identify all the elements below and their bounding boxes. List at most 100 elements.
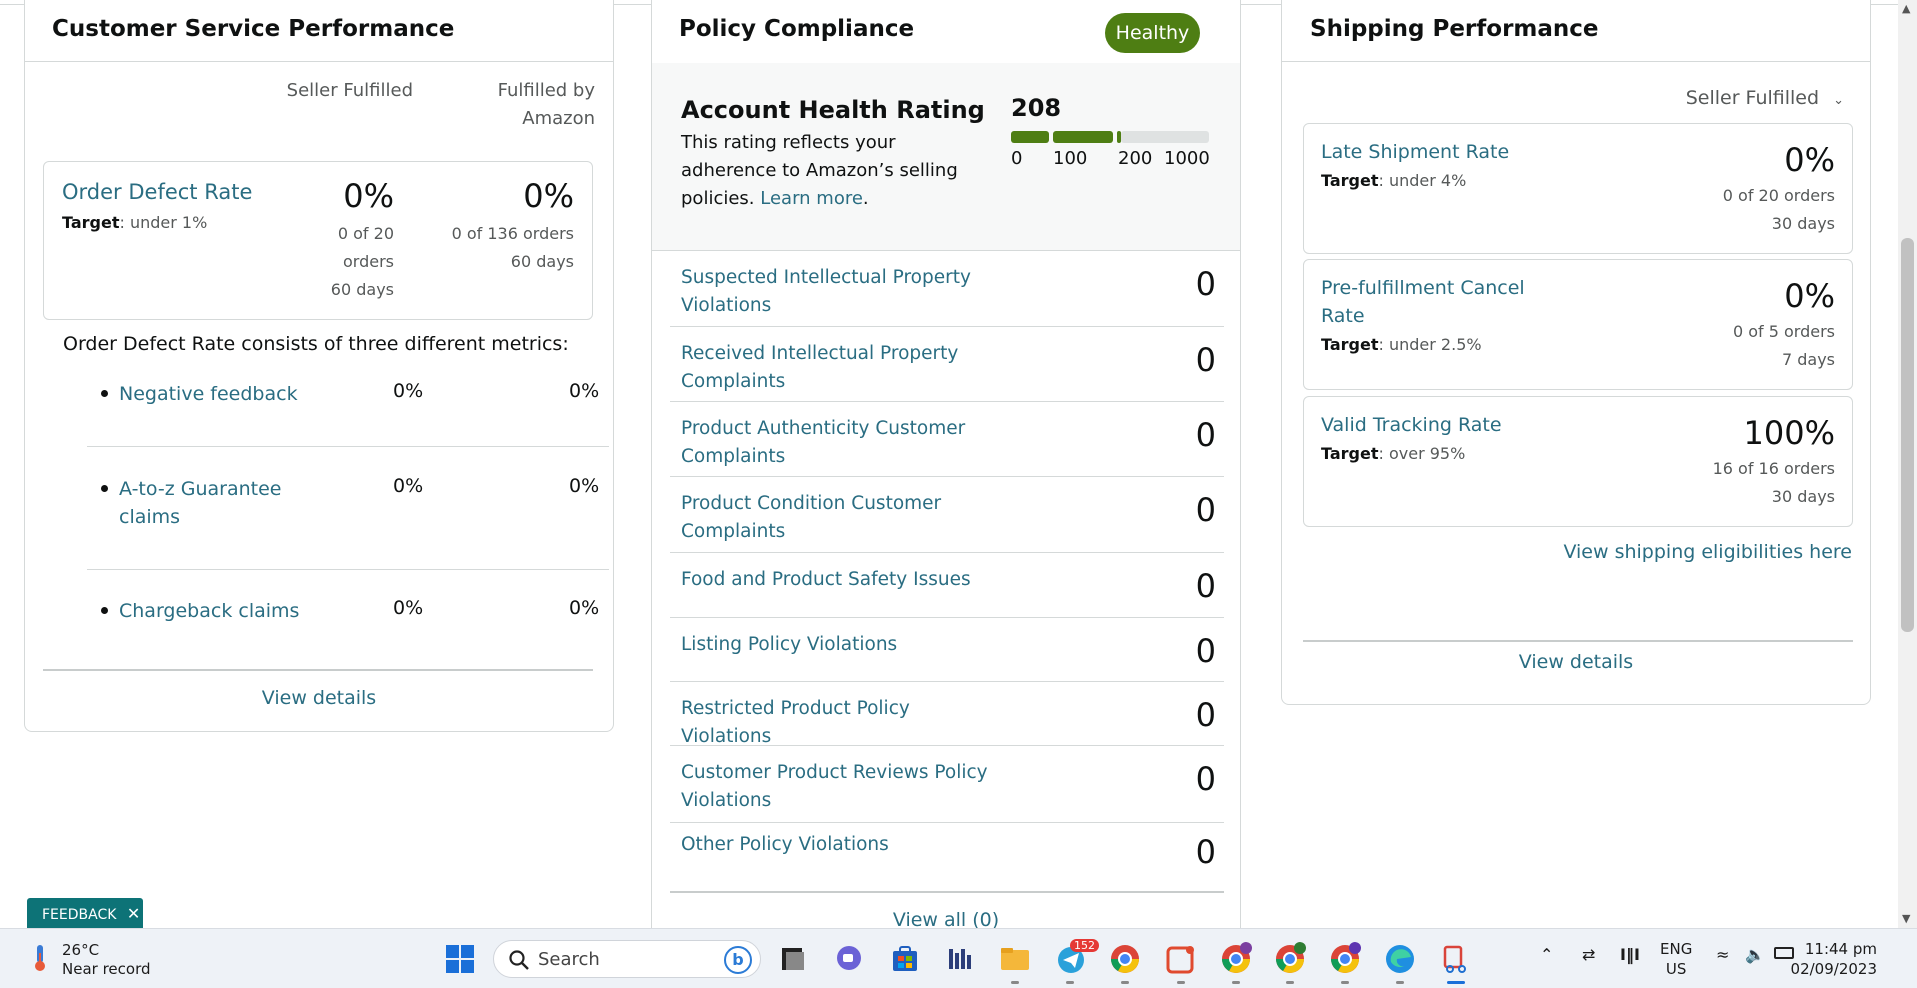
order-defect-rate-box: Order Defect Rate Target: under 1% 0% 0 … [43, 161, 593, 320]
policy-row: Suspected Intellectual Property Violatio… [670, 251, 1224, 327]
chrome-icon[interactable] [1219, 942, 1253, 976]
column-header-fba: Fulfilled by Amazon [497, 80, 595, 129]
divider [87, 569, 609, 570]
metric-percent: 0% [1784, 277, 1835, 315]
policy-link[interactable]: Customer Product Reviews Policy Violatio… [681, 759, 1001, 815]
bar-segment [1011, 131, 1049, 143]
divider [1282, 61, 1870, 62]
app-tray-icon[interactable]: I‖I [1620, 945, 1640, 964]
health-status-badge: Healthy [1105, 13, 1200, 53]
scroll-up-arrow-icon[interactable]: ▲ [1902, 2, 1910, 15]
view-details-link[interactable]: View details [25, 687, 613, 709]
settings-sliders-icon[interactable]: ⇄ [1582, 945, 1595, 964]
policy-link[interactable]: Product Condition Customer Complaints [681, 490, 1001, 546]
odr-fba-detail: 0 of 136 orders 60 days [451, 224, 574, 271]
bullet-icon [101, 485, 108, 492]
policy-link[interactable]: Received Intellectual Property Complaint… [681, 340, 1001, 396]
policy-link[interactable]: Product Authenticity Customer Complaints [681, 415, 1001, 471]
metric-seller-value: 0% [393, 380, 424, 402]
policy-count: 0 [1195, 567, 1216, 605]
notification-badge: 152 [1070, 939, 1099, 952]
language-indicator[interactable]: ENG US [1660, 939, 1692, 979]
metric-detail: 0 of 5 orders 7 days [1732, 322, 1835, 369]
policy-count: 0 [1195, 760, 1216, 798]
divider [25, 61, 613, 62]
chrome-icon[interactable] [1328, 942, 1362, 976]
volume-icon[interactable]: 🔈 [1745, 945, 1765, 964]
chargeback-claims-link[interactable]: Chargeback claims [119, 597, 319, 625]
ahr-title: Account Health Rating [681, 96, 985, 124]
metric-target: Target: under 4% [1321, 171, 1467, 190]
learn-more-link[interactable]: Learn more [760, 188, 863, 209]
scrollbar-thumb[interactable] [1901, 238, 1914, 632]
policy-count: 0 [1195, 491, 1216, 529]
pre-fulfillment-cancel-rate-link[interactable]: Pre-fulfillment Cancel Rate [1321, 274, 1531, 330]
list-item: A-to-z Guarantee claims 0% 0% [73, 475, 599, 535]
a-to-z-claims-link[interactable]: A-to-z Guarantee claims [119, 475, 289, 531]
chrome-icon[interactable] [1108, 942, 1142, 976]
metric-fba-value: 0% [569, 475, 600, 497]
snipping-tool-icon[interactable] [1438, 942, 1472, 976]
chrome-icon[interactable] [1273, 942, 1307, 976]
bullet-icon [101, 607, 108, 614]
metric-fba-value: 0% [569, 380, 600, 402]
fulfillment-filter-dropdown[interactable]: Seller Fulfilled ⌄ [1686, 87, 1844, 109]
running-indicator [1066, 981, 1074, 984]
policy-row: Received Intellectual Property Complaint… [670, 327, 1224, 402]
task-view-icon[interactable] [776, 942, 810, 976]
running-indicator [1011, 981, 1019, 984]
late-shipment-rate-link[interactable]: Late Shipment Rate [1321, 138, 1541, 166]
policy-compliance-card: Policy Compliance Healthy Account Health… [651, 0, 1241, 988]
store-icon[interactable] [888, 942, 922, 976]
metric-percent: 100% [1743, 414, 1835, 452]
policy-row: Customer Product Reviews Policy Violatio… [670, 746, 1224, 823]
view-details-link[interactable]: View details [1282, 651, 1870, 673]
divider [87, 446, 609, 447]
policy-count: 0 [1195, 833, 1216, 871]
app-icon[interactable] [1164, 942, 1198, 976]
chat-icon[interactable] [832, 942, 866, 976]
file-explorer-icon[interactable] [998, 942, 1032, 976]
odr-fba-percent: 0% [523, 177, 574, 215]
scroll-down-arrow-icon[interactable]: ▼ [1902, 912, 1910, 925]
edge-icon[interactable] [1383, 942, 1417, 976]
metric-detail: 0 of 20 orders 30 days [1722, 186, 1835, 233]
policy-link[interactable]: Other Policy Violations [681, 831, 1001, 859]
policy-link[interactable]: Listing Policy Violations [681, 631, 1001, 659]
policy-row: Product Condition Customer Complaints 0 [670, 477, 1224, 553]
policy-link[interactable]: Suspected Intellectual Property Violatio… [681, 264, 1001, 320]
chevron-down-icon: ⌄ [1833, 93, 1844, 108]
windows-start-icon[interactable] [443, 942, 477, 976]
list-item: Chargeback claims 0% 0% [73, 597, 599, 637]
shipping-performance-card: Shipping Performance Seller Fulfilled ⌄ … [1281, 0, 1871, 705]
system-clock[interactable]: 11:44 pm 02/09/2023 [1791, 939, 1877, 979]
running-indicator [1396, 981, 1404, 984]
odr-target: Target: under 1% [62, 213, 208, 232]
metric-seller-value: 0% [393, 597, 424, 619]
running-indicator [1121, 981, 1129, 984]
negative-feedback-link[interactable]: Negative feedback [119, 380, 319, 408]
search-icon [509, 950, 529, 970]
policy-row: Restricted Product Policy Violations 0 [670, 682, 1224, 747]
close-icon[interactable]: ✕ [127, 904, 140, 923]
policy-count: 0 [1195, 416, 1216, 454]
valid-tracking-rate-link[interactable]: Valid Tracking Rate [1321, 411, 1541, 439]
shipping-eligibilities-link[interactable]: View shipping eligibilities here [1563, 541, 1852, 563]
chevron-up-icon[interactable]: ⌃ [1540, 945, 1553, 964]
metric-fba-value: 0% [569, 597, 600, 619]
policy-link[interactable]: Restricted Product Policy Violations [681, 695, 1001, 751]
order-defect-rate-link[interactable]: Order Defect Rate [62, 180, 252, 204]
app-icon[interactable] [944, 942, 978, 976]
bullet-icon [101, 390, 108, 397]
feedback-button[interactable]: FEEDBACK ✕ [27, 898, 143, 929]
policy-link[interactable]: Food and Product Safety Issues [681, 566, 1001, 594]
wifi-icon[interactable]: ≈ [1716, 945, 1729, 964]
bing-icon[interactable]: b [724, 946, 752, 974]
metric-target: Target: over 95% [1321, 444, 1466, 463]
policy-row: Product Authenticity Customer Complaints… [670, 402, 1224, 477]
ahr-ticks: 0 100 200 1000 [1011, 148, 1210, 169]
taskbar-search-input[interactable]: Search b [493, 940, 761, 978]
divider [43, 669, 593, 671]
odr-seller-percent: 0% [343, 177, 394, 215]
policy-count: 0 [1195, 265, 1216, 303]
